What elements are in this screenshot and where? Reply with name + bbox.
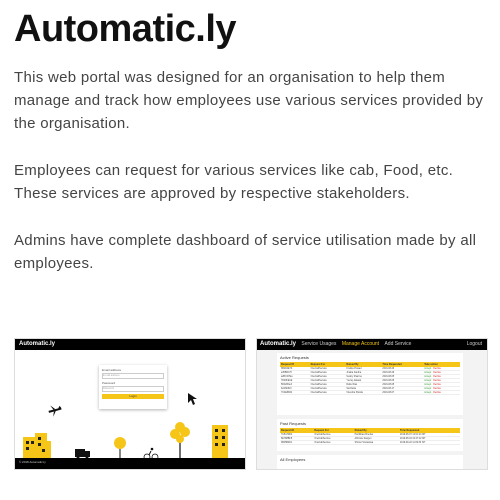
dashboard-brand: Automatic.ly xyxy=(260,341,297,347)
table-cell: Shinier Srivastava xyxy=(353,440,400,445)
active-requests-table: Request ID Request For Raised By Time Reque… xyxy=(280,362,460,395)
building-icon xyxy=(212,425,228,459)
active-requests-panel: Active Requests Request ID Request For Rai… xyxy=(277,353,463,415)
dashboard-screenshot[interactable]: Automatic.ly Service Usages Manage Accou… xyxy=(256,338,488,470)
accept-button[interactable]: Accept xyxy=(424,384,431,386)
nav-add-service[interactable]: Add Service xyxy=(384,341,411,347)
accept-button[interactable]: Accept xyxy=(424,388,431,390)
intro-paragraph: This web portal was designed for an orga… xyxy=(14,69,484,132)
city-illustration xyxy=(23,393,228,461)
footer-text: © 2018 Automatic.ly xyxy=(19,460,46,464)
decline-button[interactable]: Decline xyxy=(433,368,441,370)
table-cell: 2019-09-22 11:09:33 IST xyxy=(399,440,460,445)
action-cell: Accept Decline xyxy=(423,390,460,395)
all-employees-panel: All Employees xyxy=(277,455,463,469)
page-title: Automatic.ly xyxy=(14,8,237,50)
building-icon xyxy=(23,433,51,459)
table-cell: 3B45B2D1 xyxy=(280,440,314,445)
decline-button[interactable]: Decline xyxy=(433,384,441,386)
nav-manage-account[interactable]: Manage Account xyxy=(342,341,379,347)
accept-button[interactable]: Accept xyxy=(424,376,431,378)
past-requests-panel: Past Requests Request ID Request For Raise… xyxy=(277,419,463,451)
accept-button[interactable]: Accept xyxy=(424,368,431,370)
table-cell: Virendra Shukla xyxy=(345,390,382,395)
logout-link[interactable]: Logout xyxy=(467,339,482,350)
dashboard-topbar: Automatic.ly Service Usages Manage Accou… xyxy=(257,339,487,350)
table-cell: OneCabService xyxy=(313,440,354,445)
tree-icon xyxy=(170,422,190,459)
decline-button[interactable]: Decline xyxy=(433,372,441,374)
past-requests-table: Request ID Request For Raised By Time Reque… xyxy=(280,428,460,445)
table-cell: 7C4E8F8d xyxy=(280,390,310,395)
nav-service-usages[interactable]: Service Usages xyxy=(301,341,336,347)
decline-button[interactable]: Decline xyxy=(433,376,441,378)
cursor-icon xyxy=(188,393,197,405)
admin-paragraph: Admins have complete dashboard of servic… xyxy=(14,232,477,272)
decline-button[interactable]: Decline xyxy=(433,392,441,394)
all-employees-title: All Employees xyxy=(280,457,306,462)
decline-button[interactable]: Decline xyxy=(433,380,441,382)
table-cell: OneCabService xyxy=(309,390,346,395)
table-row: 7C4E8F8d OneCabService Virendra Shukla 2019… xyxy=(280,390,460,395)
accept-button[interactable]: Accept xyxy=(424,392,431,394)
table-cell: 2019-08-07 xyxy=(381,390,424,395)
accept-button[interactable]: Accept xyxy=(424,380,431,382)
past-requests-title: Past Requests xyxy=(280,421,307,426)
services-paragraph: Employees can request for various servic… xyxy=(14,162,454,202)
tree-icon xyxy=(114,437,126,459)
decline-button[interactable]: Decline xyxy=(433,388,441,390)
table-row: 3B45B2D1 OneCabService Shinier Srivastava 2… xyxy=(280,440,460,445)
accept-button[interactable]: Accept xyxy=(424,372,431,374)
airplane-icon xyxy=(48,405,62,417)
login-footer: © 2018 Automatic.ly xyxy=(15,459,245,469)
login-screenshot[interactable]: Automatic.ly Email address E-mail addres… xyxy=(14,338,246,470)
active-requests-title: Active Requests xyxy=(280,355,309,360)
